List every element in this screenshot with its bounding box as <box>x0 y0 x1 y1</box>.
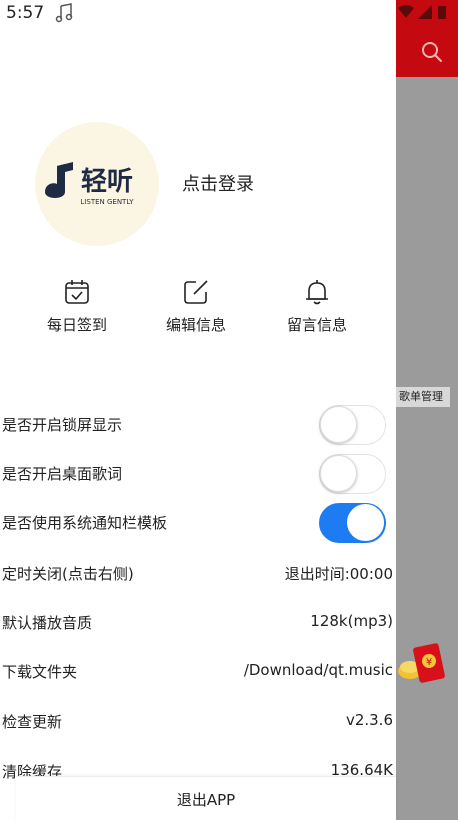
sleep-timer-value[interactable]: 退出时间:00:00 <box>285 563 393 584</box>
setting-label: 是否开启桌面歌词 <box>2 465 123 483</box>
toggle-knob <box>320 406 357 443</box>
edit-info-button[interactable]: 编辑信息 <box>146 278 246 335</box>
setting-sleep-timer[interactable]: 定时关闭(点击右侧) 退出时间:00:00 <box>0 549 396 598</box>
setting-label: 默认播放音质 <box>2 614 93 632</box>
desktop-lyrics-toggle[interactable] <box>319 454 386 494</box>
notification-template-toggle[interactable] <box>319 503 386 543</box>
edit-info-label: 编辑信息 <box>165 316 226 334</box>
calendar-check-icon <box>65 280 89 304</box>
bell-icon <box>306 280 328 305</box>
setting-download-folder[interactable]: 下载文件夹 /Download/qt.music <box>0 647 396 696</box>
svg-text:轻听: 轻听 <box>81 167 133 197</box>
app-logo: 轻听 LISTEN GENTLY <box>45 162 134 206</box>
setting-audio-quality[interactable]: 默认播放音质 128k(mp3) <box>0 598 396 647</box>
status-bar: 5:57 <box>0 0 396 28</box>
daily-checkin-label: 每日签到 <box>46 316 107 334</box>
search-icon[interactable] <box>420 40 444 64</box>
setting-label: 是否使用系统通知栏模板 <box>2 514 168 532</box>
signal-icon <box>418 5 432 19</box>
setting-desktop-lyrics: 是否开启桌面歌词 <box>0 449 396 498</box>
svg-text:LISTEN GENTLY: LISTEN GENTLY <box>80 198 134 206</box>
version-value: v2.3.6 <box>345 711 393 729</box>
status-icons <box>398 5 446 19</box>
battery-icon <box>438 6 446 19</box>
setting-notification-template: 是否使用系统通知栏模板 <box>0 498 396 547</box>
setting-label: 检查更新 <box>2 713 63 731</box>
daily-checkin-button[interactable]: 每日签到 <box>27 278 127 335</box>
background-app: 歌单管理 ¥ <box>396 0 458 820</box>
edit-icon <box>184 280 208 304</box>
side-drawer: 5:57 轻听 LISTEN GENTLY 点击登录 每日签到 编辑信息 留言信… <box>0 0 396 820</box>
messages-label: 留言信息 <box>286 316 347 334</box>
avatar[interactable]: 轻听 LISTEN GENTLY <box>35 122 159 246</box>
login-button[interactable]: 点击登录 <box>182 170 254 196</box>
logout-button[interactable]: 退出APP <box>16 776 396 820</box>
music-note-icon <box>55 3 73 23</box>
messages-button[interactable]: 留言信息 <box>267 278 367 335</box>
setting-label: 下载文件夹 <box>2 663 78 681</box>
audio-quality-value[interactable]: 128k(mp3) <box>310 612 393 630</box>
status-time: 5:57 <box>6 3 45 23</box>
toggle-knob <box>347 504 384 541</box>
setting-lockscreen: 是否开启锁屏显示 <box>0 400 396 449</box>
toggle-knob <box>320 455 357 492</box>
setting-label: 定时关闭(点击右侧) <box>2 565 134 583</box>
red-packet-icon[interactable]: ¥ <box>396 641 454 687</box>
download-folder-value[interactable]: /Download/qt.music <box>244 661 393 679</box>
setting-check-update[interactable]: 检查更新 v2.3.6 <box>0 697 396 746</box>
setting-label: 是否开启锁屏显示 <box>2 416 123 434</box>
lockscreen-toggle[interactable] <box>319 405 386 445</box>
wifi-icon <box>398 5 414 18</box>
playlist-manage-chip[interactable]: 歌单管理 <box>396 387 450 407</box>
svg-text:¥: ¥ <box>426 657 432 668</box>
